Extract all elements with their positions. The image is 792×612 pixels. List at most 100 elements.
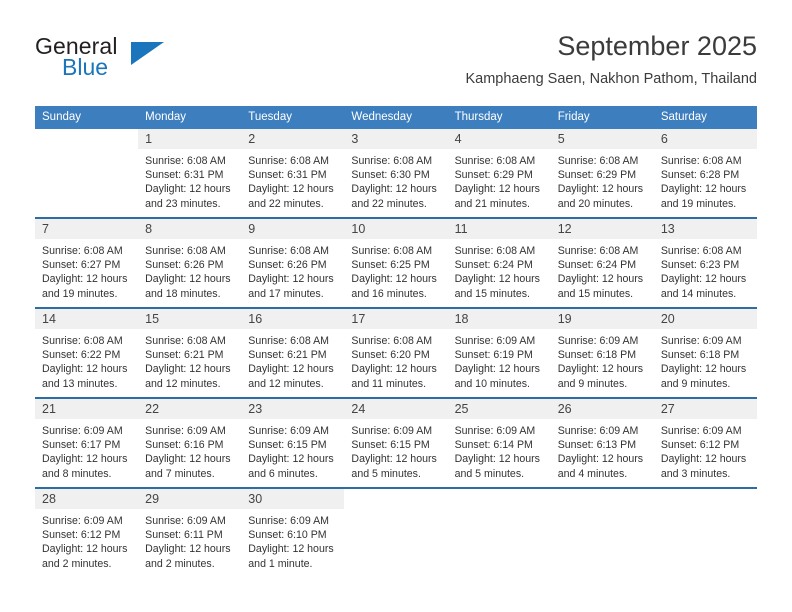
day-cell[interactable]: 26 Sunrise: 6:09 AM Sunset: 6:13 PM Dayligh… [550, 399, 654, 487]
sunset-time: Sunset: 6:14 PM [454, 439, 533, 452]
day-cell[interactable]: 27 Sunrise: 6:09 AM Sunset: 6:12 PM Dayligh… [653, 399, 757, 487]
day-cell[interactable]: 5 Sunrise: 6:08 AM Sunset: 6:29 PM Daylight… [550, 129, 654, 217]
daylight-line-2: and 8 minutes. [42, 467, 112, 480]
daylight-line-2: and 10 minutes. [454, 377, 530, 390]
daylight-line-2: and 11 minutes. [351, 377, 427, 390]
daylight-line-1: Daylight: 12 hours [145, 363, 231, 376]
sunrise-time: Sunrise: 6:09 AM [454, 425, 536, 437]
day-cell[interactable]: 16 Sunrise: 6:08 AM Sunset: 6:21 PM Dayligh… [241, 309, 345, 397]
sunrise-time: Sunrise: 6:09 AM [557, 425, 639, 437]
sunrise-time: Sunrise: 6:09 AM [248, 425, 329, 437]
sunset-time: Sunset: 6:24 PM [454, 259, 533, 272]
day-cell[interactable]: 24 Sunrise: 6:09 AM Sunset: 6:15 PM Dayligh… [344, 399, 448, 487]
day-number: 22 [138, 399, 242, 419]
sunset-time: Sunset: 6:26 PM [145, 259, 224, 272]
day-cell[interactable]: 28 Sunrise: 6:09 AM Sunset: 6:12 PM Dayligh… [35, 489, 139, 577]
sunset-time: Sunset: 6:15 PM [351, 439, 430, 452]
daylight-line-1: Daylight: 12 hours [557, 273, 644, 286]
daylight-line-1: Daylight: 12 hours [351, 183, 437, 196]
sunrise-time: Sunrise: 6:08 AM [557, 245, 639, 257]
page-header: General Blue September 2025 Kamphaeng Sa… [0, 0, 792, 104]
day-cell[interactable]: 14 Sunrise: 6:08 AM Sunset: 6:22 PM Dayligh… [35, 309, 139, 397]
day-cell[interactable]: 6 Sunrise: 6:08 AM Sunset: 6:28 PM Daylight… [653, 129, 757, 217]
sunset-time: Sunset: 6:31 PM [145, 169, 224, 182]
triangle-icon [131, 42, 164, 65]
daylight-line-2: and 14 minutes. [660, 287, 737, 300]
calendar-table: Sunday Monday Tuesday Wednesday Thursday… [35, 106, 757, 577]
day-details: Sunrise: 6:09 AM Sunset: 6:17 PM Daylight:… [35, 419, 138, 481]
weekday-header-friday: Friday [550, 106, 654, 129]
day-cell[interactable]: 8 Sunrise: 6:08 AM Sunset: 6:26 PM Daylight… [138, 219, 242, 307]
week-row: 28 Sunrise: 6:09 AM Sunset: 6:12 PM Dayligh… [35, 489, 757, 577]
sunrise-time: Sunrise: 6:08 AM [351, 245, 433, 257]
day-cell[interactable]: 7 Sunrise: 6:08 AM Sunset: 6:27 PM Daylight… [35, 219, 139, 307]
sunrise-time: Sunrise: 6:08 AM [42, 335, 123, 347]
day-details: Sunrise: 6:08 AM Sunset: 6:27 PM Daylight:… [35, 239, 138, 301]
day-cell[interactable]: 11 Sunrise: 6:08 AM Sunset: 6:24 PM Dayligh… [447, 219, 551, 307]
sunset-time: Sunset: 6:24 PM [557, 259, 637, 272]
day-cell[interactable]: 29 Sunrise: 6:09 AM Sunset: 6:11 PM Dayligh… [138, 489, 242, 577]
day-cell[interactable]: 12 Sunrise: 6:08 AM Sunset: 6:24 PM Dayligh… [550, 219, 654, 307]
day-details: Sunrise: 6:09 AM Sunset: 6:19 PM Daylight:… [448, 329, 551, 391]
day-cell[interactable]: 1 Sunrise: 6:08 AM Sunset: 6:31 PM Daylight… [138, 129, 242, 217]
day-cell[interactable]: 17 Sunrise: 6:08 AM Sunset: 6:20 PM Dayligh… [344, 309, 448, 397]
daylight-line-1: Daylight: 12 hours [42, 363, 128, 376]
sunrise-time: Sunrise: 6:09 AM [351, 425, 433, 437]
day-cell[interactable]: 2 Sunrise: 6:08 AM Sunset: 6:31 PM Daylight… [241, 129, 345, 217]
day-number: 23 [241, 399, 345, 419]
sunset-time: Sunset: 6:19 PM [454, 349, 533, 362]
day-number: 9 [241, 219, 345, 239]
day-number: 20 [653, 309, 757, 329]
sunset-time: Sunset: 6:12 PM [42, 529, 121, 542]
day-cell[interactable]: 25 Sunrise: 6:09 AM Sunset: 6:14 PM Dayligh… [447, 399, 551, 487]
sunrise-time: Sunrise: 6:08 AM [557, 155, 639, 167]
day-number: 15 [138, 309, 242, 329]
day-cell[interactable]: 23 Sunrise: 6:09 AM Sunset: 6:15 PM Dayligh… [241, 399, 345, 487]
sunrise-time: Sunrise: 6:08 AM [454, 155, 536, 167]
day-number: 27 [653, 399, 757, 419]
day-cell[interactable]: 10 Sunrise: 6:08 AM Sunset: 6:25 PM Dayligh… [344, 219, 448, 307]
day-number [344, 489, 447, 509]
sunset-time: Sunset: 6:27 PM [42, 259, 121, 272]
week-row: 1 Sunrise: 6:08 AM Sunset: 6:31 PM Daylight… [35, 129, 757, 217]
day-cell[interactable]: 22 Sunrise: 6:09 AM Sunset: 6:16 PM Dayligh… [138, 399, 242, 487]
day-cell[interactable]: 19 Sunrise: 6:09 AM Sunset: 6:18 PM Dayligh… [550, 309, 654, 397]
sunset-time: Sunset: 6:13 PM [557, 439, 637, 452]
daylight-line-2: and 19 minutes. [42, 287, 118, 300]
day-cell[interactable]: 3 Sunrise: 6:08 AM Sunset: 6:30 PM Daylight… [344, 129, 448, 217]
day-cell[interactable]: 13 Sunrise: 6:08 AM Sunset: 6:23 PM Dayligh… [653, 219, 757, 307]
day-details: Sunrise: 6:08 AM Sunset: 6:20 PM Daylight:… [344, 329, 447, 391]
day-cell[interactable]: 21 Sunrise: 6:09 AM Sunset: 6:17 PM Dayligh… [35, 399, 139, 487]
day-cell[interactable]: 4 Sunrise: 6:08 AM Sunset: 6:29 PM Daylight… [447, 129, 551, 217]
sunrise-time: Sunrise: 6:08 AM [660, 245, 742, 257]
day-cell[interactable]: 18 Sunrise: 6:09 AM Sunset: 6:19 PM Dayligh… [447, 309, 551, 397]
day-details: Sunrise: 6:08 AM Sunset: 6:21 PM Daylight:… [138, 329, 241, 391]
sunrise-time: Sunrise: 6:08 AM [145, 245, 226, 257]
calendar-body: 1 Sunrise: 6:08 AM Sunset: 6:31 PM Daylight… [35, 129, 757, 577]
weekday-header-row: Sunday Monday Tuesday Wednesday Thursday… [35, 106, 757, 129]
day-number: 14 [35, 309, 139, 329]
day-number: 18 [447, 309, 551, 329]
sunset-time: Sunset: 6:18 PM [557, 349, 637, 362]
calendar-page: General Blue September 2025 Kamphaeng Sa… [0, 0, 792, 612]
logo-text-blue: Blue [62, 54, 109, 80]
daylight-line-1: Daylight: 12 hours [145, 543, 231, 556]
day-number: 19 [550, 309, 654, 329]
day-details: Sunrise: 6:08 AM Sunset: 6:30 PM Daylight:… [344, 149, 447, 211]
day-cell[interactable]: 15 Sunrise: 6:08 AM Sunset: 6:21 PM Dayligh… [138, 309, 242, 397]
daylight-line-1: Daylight: 12 hours [145, 183, 231, 196]
day-cell[interactable]: 20 Sunrise: 6:09 AM Sunset: 6:18 PM Dayligh… [653, 309, 757, 397]
day-cell[interactable]: 30 Sunrise: 6:09 AM Sunset: 6:10 PM Dayligh… [241, 489, 345, 577]
day-number: 3 [344, 129, 448, 149]
day-details: Sunrise: 6:08 AM Sunset: 6:21 PM Daylight:… [241, 329, 344, 391]
week-row: 21 Sunrise: 6:09 AM Sunset: 6:17 PM Dayligh… [35, 399, 757, 487]
daylight-line-1: Daylight: 12 hours [660, 183, 747, 196]
day-details: Sunrise: 6:09 AM Sunset: 6:11 PM Daylight:… [138, 509, 241, 571]
day-cell[interactable]: 9 Sunrise: 6:08 AM Sunset: 6:26 PM Daylight… [241, 219, 345, 307]
daylight-line-2: and 16 minutes. [351, 287, 427, 300]
weekday-header-wednesday: Wednesday [344, 106, 448, 129]
sunset-time: Sunset: 6:15 PM [248, 439, 327, 452]
day-details: Sunrise: 6:08 AM Sunset: 6:24 PM Daylight:… [551, 239, 654, 301]
day-number [654, 489, 757, 509]
daylight-line-1: Daylight: 12 hours [557, 183, 644, 196]
